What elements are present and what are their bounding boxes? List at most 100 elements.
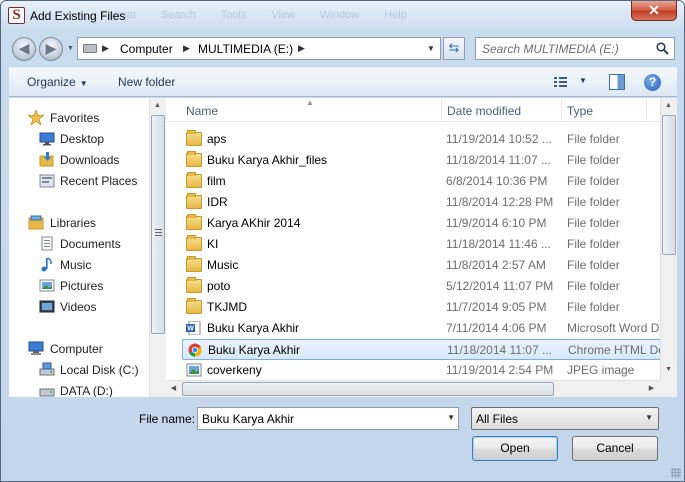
close-button[interactable]: ✕ (631, 1, 677, 21)
table-row[interactable]: KI 11/18/2014 11:46 ... File folder (182, 234, 677, 255)
sidebar-item-local-disk-c[interactable]: Local Disk (C:) (9, 360, 149, 380)
sidebar-item-pictures[interactable]: Pictures (9, 276, 149, 296)
scroll-up-arrow-icon[interactable]: ▲ (150, 102, 165, 109)
folder-icon (186, 235, 202, 251)
file-list-vertical-scrollbar[interactable]: ▲ ▼ (660, 98, 677, 380)
scroll-right-arrow-icon[interactable]: ▶ (644, 384, 659, 392)
file-type-filter-select[interactable]: All Files ▼ (471, 407, 659, 430)
column-header-name[interactable]: Name (186, 104, 218, 118)
sidebar-item-label: Computer (50, 342, 103, 356)
sidebar-item-label: Music (60, 258, 92, 272)
chevron-down-icon[interactable]: ▼ (447, 413, 455, 422)
table-row-selected[interactable]: Buku Karya Akhir 11/18/2014 11:07 ... Chro… (182, 339, 677, 360)
sidebar-item-label: Favorites (50, 111, 100, 125)
resize-grip-icon[interactable] (671, 468, 681, 478)
scroll-up-arrow-icon[interactable]: ▲ (661, 102, 676, 109)
local-disk-icon (39, 362, 55, 376)
chevron-right-icon[interactable]: ▶ (298, 43, 305, 54)
file-name-cell: Buku Karya Akhir (208, 343, 301, 357)
refresh-button[interactable]: ⇆ (443, 37, 465, 60)
sidebar-item-downloads[interactable]: Downloads (9, 150, 149, 170)
new-folder-button[interactable]: New folder (118, 75, 175, 89)
type-cell: File folder (567, 153, 620, 167)
date-modified-cell: 6/8/2014 10:36 PM (446, 174, 548, 188)
chrome-html-icon (187, 343, 203, 357)
sidebar-item-favorites[interactable]: Favorites (9, 108, 149, 128)
title-bar[interactable]: S Add Existing Files Format Search Tools… (1, 1, 684, 31)
date-modified-cell: 11/19/2014 2:54 PM (446, 363, 554, 377)
jpeg-image-icon (186, 363, 202, 377)
date-modified-cell: 5/12/2014 11:07 PM (446, 279, 554, 293)
file-list-horizontal-scrollbar[interactable]: ◀ ▶ (166, 380, 660, 397)
sidebar-item-documents[interactable]: Documents (9, 234, 149, 254)
sidebar-item-label: Downloads (60, 153, 120, 167)
scrollbar-thumb[interactable] (182, 382, 554, 396)
table-row[interactable]: poto 5/12/2014 11:07 PM File folder (182, 276, 677, 297)
sidebar-item-desktop[interactable]: Desktop (9, 129, 149, 149)
table-row[interactable]: W Buku Karya Akhir 7/11/2014 4:06 PM Micros… (182, 318, 677, 339)
table-row[interactable]: coverkeny 11/19/2014 2:54 PM JPEG image (182, 360, 677, 381)
breadcrumb-computer[interactable]: Computer (120, 42, 173, 56)
star-icon (28, 110, 44, 125)
type-cell: Chrome HTML Do (568, 343, 665, 357)
file-name-cell: poto (207, 279, 231, 293)
folder-icon (186, 277, 202, 293)
table-row[interactable]: film 6/8/2014 10:36 PM File folder (182, 171, 677, 192)
chevron-right-icon[interactable]: ▶ (102, 43, 109, 54)
sidebar-item-music[interactable]: Music (9, 255, 149, 275)
table-row[interactable]: Music 11/8/2014 2:57 AM File folder (182, 255, 677, 276)
sidebar-item-videos[interactable]: Videos (9, 297, 149, 317)
help-icon[interactable]: ? (644, 74, 661, 91)
column-header-date-modified[interactable]: Date modified (447, 104, 521, 118)
scroll-down-arrow-icon[interactable]: ▼ (661, 366, 676, 373)
table-row[interactable]: TKJMD 11/7/2014 9:05 PM File folder (182, 297, 677, 318)
file-name-input[interactable]: Buku Karya Akhir ▼ (197, 407, 459, 430)
cancel-button[interactable]: Cancel (572, 436, 658, 461)
type-cell: Microsoft Word D (567, 321, 660, 335)
table-row[interactable]: aps 11/19/2014 10:52 ... File folder (182, 129, 677, 150)
breadcrumb-multimedia[interactable]: MULTIMEDIA (E:) (198, 42, 293, 56)
view-details-icon[interactable] (553, 74, 569, 90)
file-name-cell: coverkeny (207, 363, 262, 377)
address-dropdown-button[interactable]: ▼ (424, 40, 438, 57)
sort-ascending-icon: ▲ (306, 98, 314, 107)
forward-button[interactable]: ▶ (39, 37, 63, 61)
sidebar-item-label: Videos (60, 300, 97, 314)
navigation-pane-scrollbar[interactable]: ▲ (149, 98, 166, 397)
chevron-right-icon[interactable]: ▶ (183, 43, 190, 54)
sidebar-item-libraries[interactable]: Libraries (9, 213, 149, 233)
organize-button[interactable]: Organize ▼ (27, 75, 88, 89)
sidebar-item-computer[interactable]: Computer (9, 339, 149, 359)
folder-icon (186, 151, 202, 167)
column-header-type[interactable]: Type (567, 104, 593, 118)
folder-icon (186, 193, 202, 209)
address-bar[interactable]: ▶ Computer ▶ MULTIMEDIA (E:) ▶ ▼ (77, 37, 441, 60)
search-placeholder: Search MULTIMEDIA (E:) (482, 42, 619, 56)
file-name-cell: Karya AKhir 2014 (207, 216, 301, 230)
recent-locations-dropdown[interactable]: ▼ (67, 45, 74, 52)
sidebar-item-data-d[interactable]: DATA (D:) (9, 381, 149, 397)
table-row[interactable]: IDR 11/8/2014 12:28 PM File folder (182, 192, 677, 213)
file-name-value: Buku Karya Akhir (202, 412, 295, 426)
search-icon[interactable] (656, 42, 669, 55)
preview-pane-icon[interactable] (609, 74, 625, 90)
app-logo-icon: S (8, 7, 25, 24)
open-button[interactable]: Open (472, 436, 558, 461)
scroll-left-arrow-icon[interactable]: ◀ (166, 384, 181, 392)
back-button[interactable]: ◀ (12, 37, 36, 61)
table-row[interactable]: Karya AKhir 2014 11/9/2014 6:10 PM File fo… (182, 213, 677, 234)
column-header-row: ▲ Name Date modified Type (166, 98, 660, 122)
view-options-dropdown[interactable]: ▼ (579, 76, 587, 85)
sidebar-item-recent-places[interactable]: Recent Places (9, 171, 149, 191)
scrollbar-thumb[interactable] (151, 115, 165, 334)
sidebar-item-label: Documents (60, 237, 121, 251)
type-cell: JPEG image (567, 363, 635, 377)
sidebar-item-label: Pictures (60, 279, 104, 293)
scrollbar-thumb[interactable] (662, 115, 676, 255)
computer-icon (28, 341, 44, 355)
file-name-cell: KI (207, 237, 219, 251)
table-row[interactable]: Buku Karya Akhir_files 11/18/2014 11:07 .… (182, 150, 677, 171)
folder-icon (186, 172, 202, 188)
file-name-label: File name: (139, 412, 196, 426)
search-input[interactable]: Search MULTIMEDIA (E:) (475, 37, 675, 60)
